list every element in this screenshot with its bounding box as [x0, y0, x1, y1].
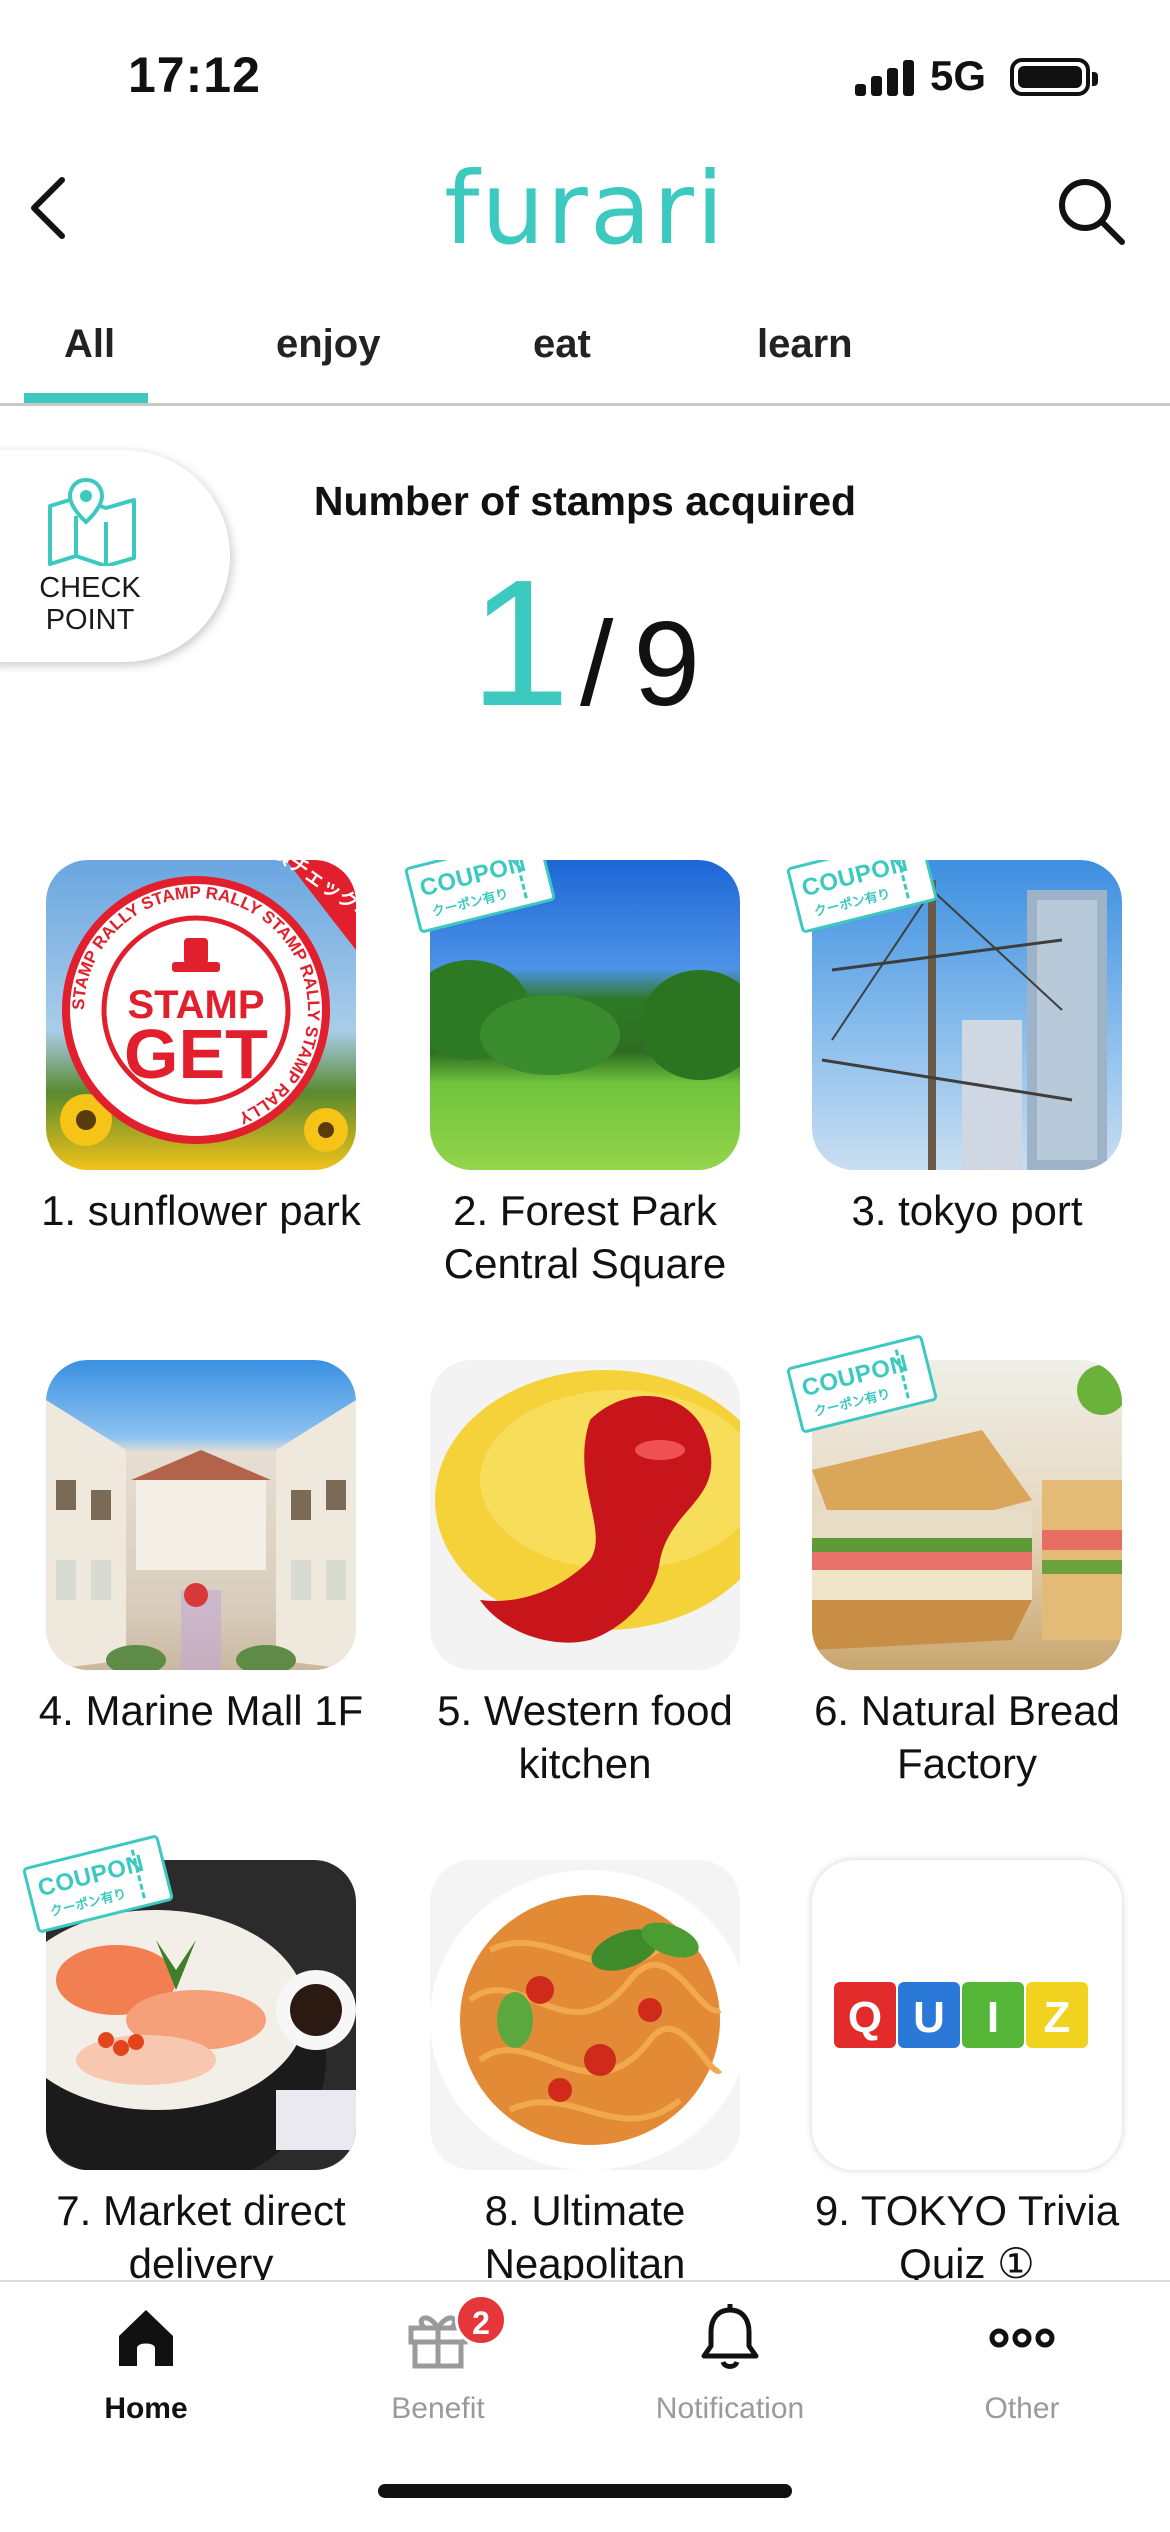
- more-icon: [989, 2328, 1055, 2348]
- bell-icon: [701, 2304, 759, 2369]
- tab-all[interactable]: All: [64, 322, 115, 367]
- spot-label: 4. Marine Mall 1F: [38, 1687, 364, 1734]
- nav-notification-label: Notification: [655, 2392, 805, 2425]
- omurice-illustration: [435, 1370, 740, 1643]
- category-tabs: All enjoy eat learn: [0, 300, 1170, 406]
- stamps-separator: /: [580, 597, 614, 731]
- quiz-letter-q: Q: [848, 1993, 882, 2042]
- spot-card[interactable]: Q U I Z 9. TOKYO Trivia Quiz ①: [776, 1860, 1158, 2280]
- spot-card[interactable]: STAMP GET STAMP RALLY STAMP RALLY STAMP …: [10, 860, 392, 1237]
- battery-icon: [1010, 58, 1098, 96]
- nav-benefit-label: Benefit: [391, 2392, 485, 2425]
- quiz-letter-u: U: [913, 1993, 945, 2042]
- nav-notification[interactable]: Notification: [584, 2282, 876, 2432]
- app-logo: furari: [444, 150, 726, 267]
- spot-thumbnail: [430, 1860, 740, 2170]
- spot-label: 9. TOKYO Trivia Quiz ①: [814, 2187, 1120, 2280]
- stamps-acquired-count: 1: [469, 543, 570, 744]
- stamps-total-count: 9: [633, 597, 701, 731]
- mall-illustration: [46, 1400, 356, 1670]
- spot-grid: STAMP GET STAMP RALLY STAMP RALLY STAMP …: [0, 860, 1170, 2280]
- search-button[interactable]: [1052, 172, 1132, 252]
- spot-card[interactable]: 8. Ultimate Neapolitan: [394, 1860, 776, 2280]
- spot-thumbnail: [46, 1360, 356, 1670]
- nav-other-label: Other: [984, 2392, 1060, 2425]
- tab-learn[interactable]: learn: [757, 322, 853, 367]
- spot-label: 8. Ultimate Neapolitan: [484, 2187, 686, 2280]
- nav-home-label: Home: [104, 2392, 188, 2425]
- spot-label: 7. Market direct delivery: [56, 2187, 346, 2280]
- nav-other[interactable]: Other: [876, 2282, 1168, 2432]
- quiz-letter-z: Z: [1044, 1993, 1071, 2042]
- spot-card[interactable]: 4. Marine Mall 1F: [10, 1360, 392, 1737]
- home-icon: [119, 2310, 173, 2366]
- spot-thumbnail: [430, 1360, 740, 1670]
- stamp-text-2: GET: [124, 1015, 268, 1093]
- search-icon: [1059, 179, 1125, 245]
- stamp-get-badge: STAMP GET STAMP RALLY STAMP RALLY STAMP …: [60, 860, 356, 1152]
- network-label: 5G: [930, 52, 987, 99]
- tab-eat[interactable]: eat: [533, 322, 591, 367]
- spot-thumbnail: STAMP GET STAMP RALLY STAMP RALLY STAMP …: [46, 860, 356, 1170]
- benefit-badge: 2: [455, 2294, 507, 2346]
- pasta-illustration: [430, 1870, 740, 2170]
- spot-label: 6. Natural Bread Factory: [814, 1687, 1120, 1787]
- spot-label: 3. tokyo port: [851, 1187, 1083, 1234]
- nav-home[interactable]: Home: [0, 2282, 292, 2432]
- spot-label: 5. Western food kitchen: [437, 1687, 733, 1787]
- quiz-letter-i: I: [987, 1993, 999, 2042]
- home-indicator: [378, 2484, 792, 2498]
- spot-label: 1. sunflower park: [41, 1187, 361, 1234]
- stamps-title: Number of stamps acquired: [313, 478, 857, 524]
- status-time: 17:12: [128, 47, 261, 103]
- spot-label: 2. Forest Park Central Square: [443, 1187, 727, 1287]
- tab-enjoy[interactable]: enjoy: [276, 322, 380, 367]
- nav-benefit[interactable]: 2 Benefit: [292, 2282, 584, 2432]
- active-tab-indicator: [24, 393, 148, 403]
- spot-card[interactable]: 5. Western food kitchen: [394, 1360, 776, 1790]
- stamp-counter: 1/9: [0, 540, 1170, 747]
- signal-icon: [855, 60, 917, 96]
- quiz-blocks-illustration: Q U I Z: [834, 1982, 1088, 2048]
- status-bar: 17:12 5G: [0, 0, 1170, 150]
- spot-thumbnail: Q U I Z: [812, 1860, 1122, 2170]
